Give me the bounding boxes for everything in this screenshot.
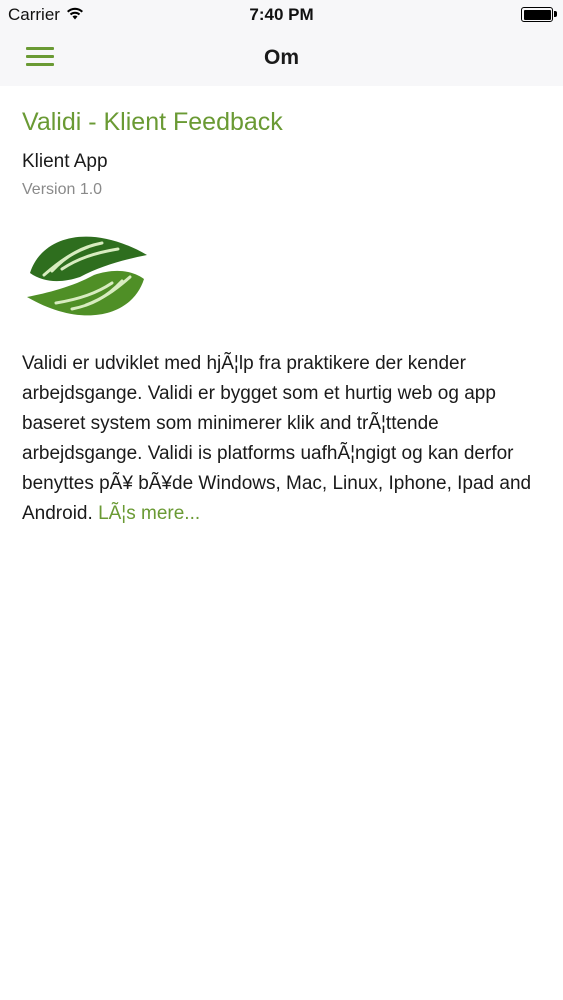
hamburger-icon-bar [26, 55, 54, 58]
hamburger-menu-button[interactable] [26, 47, 54, 69]
hamburger-icon-bar [26, 63, 54, 66]
about-content: Validi - Klient Feedback Klient App Vers… [22, 108, 542, 529]
app-description: Validi er udviklet med hjÃ¦lp fra prakti… [22, 349, 537, 529]
description-text: Validi er udviklet med hjÃ¦lp fra prakti… [22, 353, 532, 524]
battery-icon [521, 7, 557, 22]
app-name: Validi - Klient Feedback [22, 108, 283, 136]
hamburger-icon-bar [26, 47, 54, 50]
hands-leaf-logo-icon [22, 225, 152, 327]
navigation-bar: Om [0, 30, 563, 86]
battery-fill [523, 9, 551, 20]
read-more-link[interactable]: LÃ¦s mere... [98, 503, 200, 524]
clock: 7:40 PM [249, 5, 314, 24]
page-title: Om [263, 46, 299, 69]
app-subtitle: Klient App [22, 151, 108, 172]
app-version: Version 1.0 [22, 181, 103, 198]
status-bar: Carrier 7:40 PM [0, 0, 563, 30]
